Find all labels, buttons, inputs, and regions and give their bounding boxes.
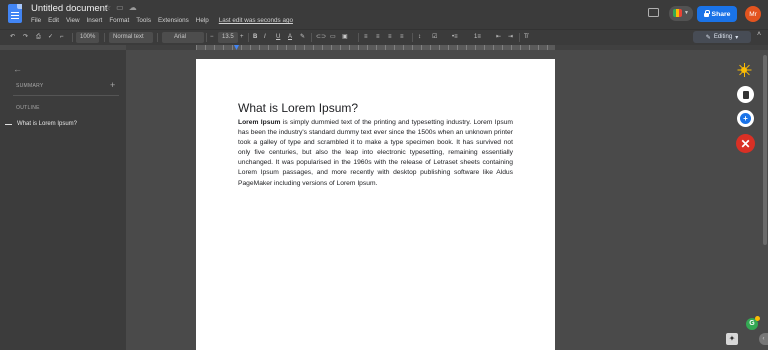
lock-icon: [703, 10, 710, 17]
menu-help[interactable]: Help: [196, 17, 209, 24]
paragraph-body: is simply dummied text of the printing a…: [238, 119, 513, 187]
add-summary-button[interactable]: +: [110, 80, 115, 90]
cloud-icon[interactable]: ☁: [129, 3, 137, 12]
increase-font-size-button[interactable]: +: [240, 32, 244, 43]
grammar-extension-icon[interactable]: G: [746, 316, 760, 330]
editing-mode-select[interactable]: ✎ Editing ▾: [693, 31, 751, 43]
document-outline-panel: ← SUMMARY + OUTLINE What is Lorem Ipsum?: [0, 50, 126, 350]
meet-button[interactable]: ▼: [669, 6, 693, 21]
font-size-input[interactable]: 13.5: [218, 32, 238, 43]
underline-button[interactable]: U: [276, 32, 280, 43]
font-select[interactable]: Arial: [162, 32, 204, 43]
menu-format[interactable]: Format: [109, 17, 129, 24]
comment-icon[interactable]: ▭: [330, 32, 336, 43]
undo-icon[interactable]: ↶: [10, 32, 15, 43]
paint-format-icon[interactable]: ⌐: [60, 32, 64, 43]
avatar[interactable]: Mr: [745, 6, 761, 22]
outline-active-marker: [5, 124, 12, 126]
text-color-button[interactable]: A: [288, 32, 292, 43]
clear-formatting-icon[interactable]: T̸: [524, 32, 528, 43]
redo-icon[interactable]: ↷: [23, 32, 28, 43]
document-heading[interactable]: What is Lorem Ipsum?: [238, 101, 358, 115]
folder-icon[interactable]: ▭: [116, 3, 124, 12]
add-button[interactable]: +: [737, 110, 754, 127]
menu-bar: File Edit View Insert Format Tools Exten…: [31, 17, 293, 24]
menu-view[interactable]: View: [66, 17, 80, 24]
line-spacing-icon[interactable]: ↕: [418, 32, 421, 43]
menu-edit[interactable]: Edit: [48, 17, 59, 24]
close-button[interactable]: ✕: [736, 134, 755, 153]
spellcheck-icon[interactable]: ✓: [48, 32, 53, 43]
link-icon[interactable]: ⊂⊃: [316, 32, 326, 43]
decrease-indent-icon[interactable]: ⇤: [496, 32, 501, 43]
sun-icon[interactable]: [737, 63, 751, 77]
doc-extension-button[interactable]: [737, 86, 754, 103]
explore-icon[interactable]: ✦: [726, 333, 738, 345]
menu-extensions[interactable]: Extensions: [158, 17, 189, 24]
editing-label: Editing: [713, 34, 733, 40]
star-icon[interactable]: ☆: [104, 3, 111, 12]
docs-logo-icon[interactable]: [8, 4, 22, 23]
document-paragraph[interactable]: Lorem Ipsum is simply dummied text of th…: [238, 118, 513, 189]
document-page[interactable]: What is Lorem Ipsum? Lorem Ipsum is simp…: [196, 59, 555, 350]
close-icon: ✕: [740, 136, 751, 151]
image-icon[interactable]: ▣: [342, 32, 348, 43]
google-docs-app: Untitled document ☆ ▭ ☁ File Edit View I…: [0, 0, 768, 350]
italic-button[interactable]: I: [264, 32, 266, 43]
scrollbar-thumb[interactable]: [763, 55, 767, 245]
collapse-menus-icon[interactable]: ˄: [757, 31, 761, 38]
share-label: Share: [711, 10, 731, 18]
increase-indent-icon[interactable]: ⇥: [508, 32, 513, 43]
plus-icon: +: [740, 113, 751, 124]
decrease-font-size-button[interactable]: −: [210, 32, 214, 43]
document-title[interactable]: Untitled document: [31, 3, 108, 14]
style-select[interactable]: Normal text: [109, 32, 153, 43]
align-justify-icon[interactable]: ≡: [400, 32, 404, 43]
align-center-icon[interactable]: ≡: [376, 32, 380, 43]
align-left-icon[interactable]: ≡: [364, 32, 368, 43]
bold-button[interactable]: B: [253, 32, 257, 43]
chevron-down-icon: ▼: [684, 10, 689, 16]
print-icon[interactable]: ⎙: [36, 32, 41, 43]
highlight-icon[interactable]: ✎: [300, 32, 305, 43]
chevron-down-icon: ▾: [735, 34, 739, 41]
paragraph-lead: Lorem Ipsum: [238, 119, 281, 126]
bulleted-list-icon[interactable]: •≡: [452, 32, 458, 43]
outline-item[interactable]: What is Lorem Ipsum?: [17, 121, 77, 127]
checklist-icon[interactable]: ☑: [432, 32, 437, 43]
title-icons: ☆ ▭ ☁: [104, 3, 137, 12]
toolbar: ↶ ↷ ⎙ ✓ ⌐ 100% Normal text Arial − 13.5 …: [0, 29, 768, 45]
side-panel-expand-icon[interactable]: ‹: [759, 333, 768, 345]
divider: [13, 95, 119, 96]
comment-history-icon[interactable]: [648, 8, 659, 17]
last-edit-link[interactable]: Last edit was seconds ago: [219, 17, 293, 24]
vertical-scrollbar[interactable]: [762, 50, 768, 350]
align-right-icon[interactable]: ≡: [388, 32, 392, 43]
outline-label: OUTLINE: [16, 105, 40, 111]
numbered-list-icon[interactable]: 1≡: [474, 32, 481, 43]
share-button[interactable]: Share: [697, 6, 737, 22]
zoom-select[interactable]: 100%: [76, 32, 100, 43]
title-bar: Untitled document ☆ ▭ ☁ File Edit View I…: [0, 0, 768, 29]
document-icon: [742, 90, 749, 99]
summary-label: SUMMARY: [16, 83, 44, 89]
menu-file[interactable]: File: [31, 17, 41, 24]
meet-camera-icon: [673, 9, 682, 17]
pencil-icon: ✎: [705, 34, 711, 41]
menu-insert[interactable]: Insert: [87, 17, 103, 24]
back-arrow-icon[interactable]: ←: [13, 64, 22, 74]
menu-tools[interactable]: Tools: [136, 17, 151, 24]
